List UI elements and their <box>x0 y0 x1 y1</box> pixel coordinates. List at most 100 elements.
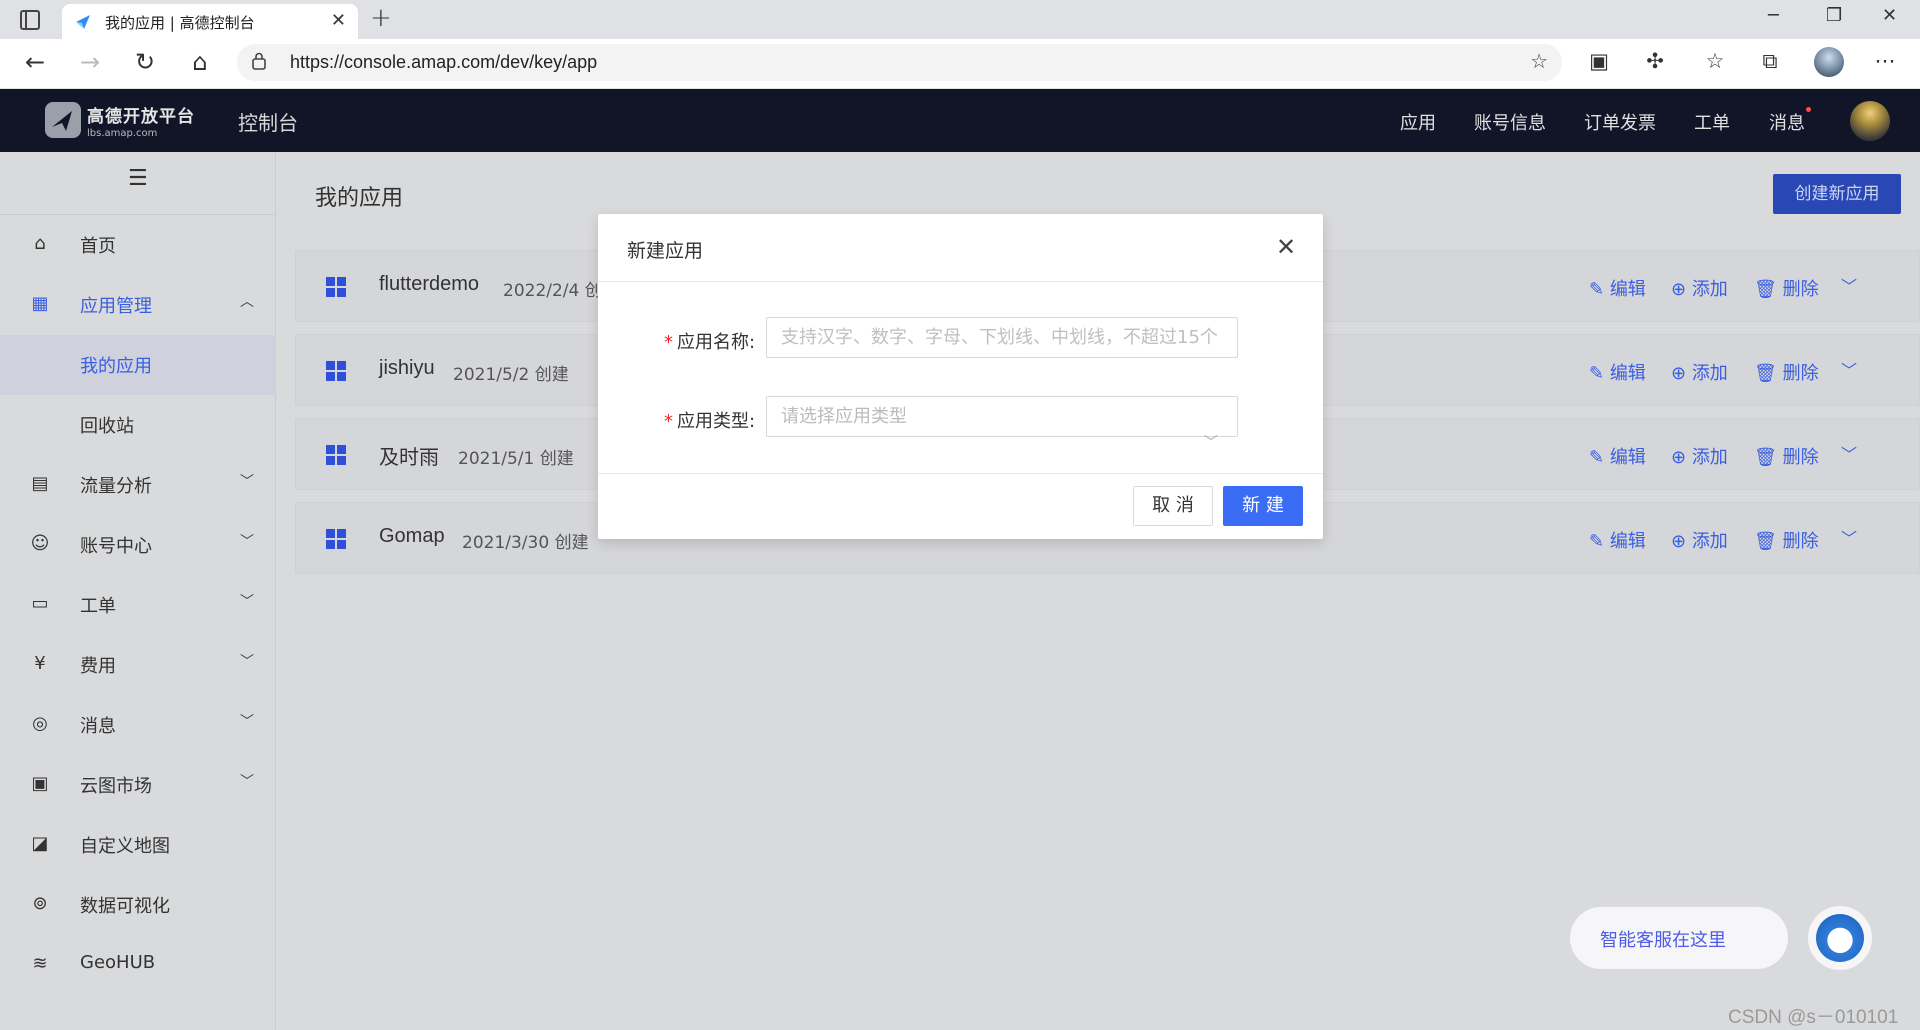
more-icon[interactable]: ⋯ <box>1870 49 1900 73</box>
add-button[interactable]: ⊕ 添加 <box>1671 359 1728 385</box>
sidebar-item-label: 回收站 <box>80 416 134 437</box>
sidebar-item-account[interactable]: ☺ 账号中心 ﹀ <box>0 515 276 575</box>
store-icon: ▣ <box>31 773 49 794</box>
favorite-add-icon[interactable]: ☆ <box>1530 49 1548 73</box>
sidebar-item-my-apps[interactable]: 我的应用 <box>0 335 276 395</box>
app-name-input[interactable] <box>766 317 1238 358</box>
app-date: 2021/5/1 创建 <box>458 449 574 469</box>
fee-icon: ¥ <box>34 653 46 674</box>
profile-avatar[interactable] <box>1814 47 1844 77</box>
app-name: flutterdemo <box>379 273 480 295</box>
expand-chevron-icon[interactable]: ﹀ <box>1841 357 1857 381</box>
close-window-icon[interactable]: ✕ <box>1882 5 1897 26</box>
delete-button[interactable]: 🗑 删除 <box>1754 359 1819 385</box>
favorites-icon[interactable]: ☆ <box>1700 49 1730 73</box>
restore-icon[interactable]: ❐ <box>1826 5 1842 26</box>
minimize-icon[interactable]: ─ <box>1768 5 1779 26</box>
app-name: jishiyu <box>379 357 435 379</box>
amap-logo-icon[interactable] <box>44 101 82 139</box>
url-field[interactable]: https://console.amap.com/dev/key/app ☆ <box>237 44 1562 81</box>
edit-button[interactable]: ✎ 编辑 <box>1589 275 1646 301</box>
delete-label: 删除 <box>1782 363 1819 384</box>
app-name: 及时雨 <box>379 447 439 469</box>
nav-account[interactable]: 账号信息 <box>1474 109 1546 135</box>
grid-icon: ▦ <box>31 293 49 314</box>
close-tab-icon[interactable]: ✕ <box>331 10 346 31</box>
chevron-down-icon: ﹀ <box>240 594 254 610</box>
create-app-button[interactable]: 创建新应用 <box>1773 174 1901 214</box>
tab-actions-icon[interactable] <box>20 10 40 30</box>
nav-tickets[interactable]: 工单 <box>1694 109 1730 135</box>
sidebar-item-tickets[interactable]: ▭ 工单 ﹀ <box>0 575 276 635</box>
nav-messages[interactable]: 消息 <box>1769 109 1805 135</box>
sidebar-item-label: 费用 <box>80 656 116 677</box>
sidebar-item-label: GeoHUB <box>80 952 156 973</box>
required-mark: * <box>664 411 673 432</box>
edit-button[interactable]: ✎ 编辑 <box>1589 359 1646 385</box>
chevron-down-icon: ﹀ <box>240 534 254 550</box>
expand-chevron-icon[interactable]: ﹀ <box>1841 525 1857 549</box>
sidebar-item-label: 云图市场 <box>80 776 152 797</box>
delete-button[interactable]: 🗑 删除 <box>1754 527 1819 553</box>
add-button[interactable]: ⊕ 添加 <box>1671 443 1728 469</box>
add-button[interactable]: ⊕ 添加 <box>1671 275 1728 301</box>
sidebar-item-messages[interactable]: ◎ 消息 ﹀ <box>0 695 276 755</box>
smart-service-button[interactable]: 智能客服在这里 <box>1570 907 1788 969</box>
sidebar-item-traffic[interactable]: ▤ 流量分析 ﹀ <box>0 455 276 515</box>
refresh-icon[interactable]: ↻ <box>130 48 160 76</box>
create-app-dialog: 新建应用 ✕ *应用名称: *应用类型: 请选择应用类型 ﹀ 取 消 新 建 <box>598 214 1323 539</box>
browser-tabbar: 我的应用 | 高德控制台 ✕ + ─ ❐ ✕ <box>0 0 1920 39</box>
nav-orders[interactable]: 订单发票 <box>1584 109 1656 135</box>
sidebar-item-geohub[interactable]: ≋ GeoHUB <box>0 935 276 995</box>
map-edit-icon: ◪ <box>31 833 49 854</box>
logo-text[interactable]: 高德开放平台 lbs.amap.com <box>87 102 195 139</box>
tab-title: 我的应用 | 高德控制台 <box>105 14 255 32</box>
cancel-button[interactable]: 取 消 <box>1133 486 1213 526</box>
back-icon[interactable]: ← <box>20 48 50 76</box>
edit-label: 编辑 <box>1609 363 1646 384</box>
home-icon[interactable]: ⌂ <box>185 48 215 76</box>
sidebar-item-cloud-market[interactable]: ▣ 云图市场 ﹀ <box>0 755 276 815</box>
home-icon: ⌂ <box>34 233 46 254</box>
extension-icon[interactable]: ▣ <box>1584 49 1614 73</box>
app-date: 2021/5/2 创建 <box>453 365 569 385</box>
sidebar-item-home[interactable]: ⌂ 首页 <box>0 215 276 275</box>
unread-dot <box>1806 107 1811 112</box>
app-type-label: * 应用类型: <box>664 407 755 433</box>
app-name: Gomap <box>379 525 445 547</box>
delete-button[interactable]: 🗑 删除 <box>1754 443 1819 469</box>
sidebar-item-recycle-bin[interactable]: 回收站 <box>0 395 276 455</box>
puzzle-icon[interactable]: ✣ <box>1640 49 1670 73</box>
menu-toggle-icon[interactable]: ☰ <box>128 166 148 191</box>
close-dialog-icon[interactable]: ✕ <box>1276 233 1296 261</box>
delete-button[interactable]: 🗑 删除 <box>1754 275 1819 301</box>
sidebar-item-custom-map[interactable]: ◪ 自定义地图 <box>0 815 276 875</box>
sidebar-item-data-visual[interactable]: ⊚ 数据可视化 <box>0 875 276 935</box>
sidebar-item-label: 首页 <box>80 236 116 257</box>
new-tab-icon[interactable]: + <box>370 3 392 33</box>
required-mark: * <box>664 332 673 353</box>
delete-label: 删除 <box>1782 279 1819 300</box>
sidebar-item-label: 数据可视化 <box>80 896 170 917</box>
chevron-up-icon: ︿ <box>240 294 254 310</box>
edit-button[interactable]: ✎ 编辑 <box>1589 527 1646 553</box>
nav-apps[interactable]: 应用 <box>1400 109 1436 135</box>
forward-icon[interactable]: → <box>75 48 105 76</box>
sidebar-item-label: 我的应用 <box>80 356 152 377</box>
create-button[interactable]: 新 建 <box>1223 486 1303 526</box>
expand-chevron-icon[interactable]: ﹀ <box>1841 441 1857 465</box>
app-type-select[interactable]: 请选择应用类型 <box>766 396 1238 437</box>
add-button[interactable]: ⊕ 添加 <box>1671 527 1728 553</box>
user-avatar[interactable] <box>1850 101 1890 141</box>
address-bar-row: ← → ↻ ⌂ https://console.amap.com/dev/key… <box>0 39 1920 89</box>
edit-button[interactable]: ✎ 编辑 <box>1589 443 1646 469</box>
service-bot-avatar[interactable] <box>1808 906 1872 970</box>
collections-icon[interactable]: ⧉ <box>1755 49 1785 74</box>
edit-label: 编辑 <box>1609 447 1646 468</box>
browser-tab-active[interactable]: 我的应用 | 高德控制台 ✕ <box>62 4 358 39</box>
app-name-label: * 应用名称: <box>664 328 755 354</box>
layers-icon: ≋ <box>32 953 48 974</box>
expand-chevron-icon[interactable]: ﹀ <box>1841 273 1857 297</box>
sidebar-item-fees[interactable]: ¥ 费用 ﹀ <box>0 635 276 695</box>
sidebar-item-app-management[interactable]: ▦ 应用管理 ︿ <box>0 275 276 335</box>
